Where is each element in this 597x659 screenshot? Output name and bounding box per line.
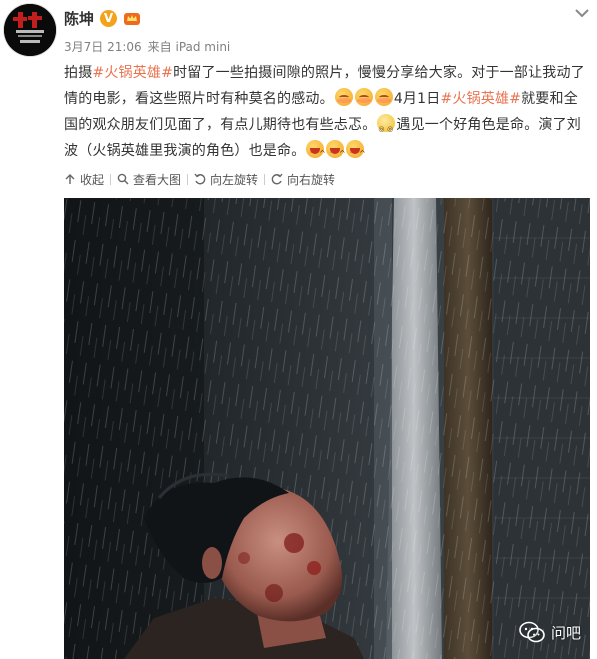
image-toolbar: 收起 查看大图 向左旋转 向右旋转 (64, 166, 586, 192)
search-icon (117, 173, 129, 185)
post-text-segment: 4月1日 (393, 91, 441, 107)
chevron-down-icon[interactable] (575, 8, 589, 18)
view-large-label: 查看大图 (133, 172, 182, 187)
author-row: 陈坤 V (64, 6, 141, 30)
topic-link[interactable]: #火锅英雄# (440, 91, 521, 107)
watermark: 问吧 (519, 621, 581, 643)
laugh-emoji-icon (326, 140, 346, 167)
rotate-left-icon (194, 173, 206, 185)
post-text-segment: 拍摄 (64, 65, 93, 81)
arrow-up-icon (65, 174, 75, 184)
rotate-left-button[interactable]: 向左旋转 (188, 171, 264, 188)
collapse-button[interactable]: 收起 (64, 171, 110, 188)
blush-emoji-icon (374, 88, 393, 106)
wechat-icon (519, 621, 545, 643)
dizzy-emoji-icon (377, 114, 396, 142)
post-timestamp[interactable]: 3月7日 21:06 (64, 38, 142, 55)
post-text: 拍摄#火锅英雄#时留了一些拍摄间隙的照片，慢慢分享给大家。对于一部让我动了情的电… (64, 60, 586, 167)
blush-emoji-icon (334, 88, 353, 106)
rotate-right-label: 向右旋转 (287, 172, 336, 187)
laugh-emoji-icon (306, 140, 326, 167)
verified-icon: V (100, 9, 118, 27)
avatar[interactable] (4, 4, 56, 56)
blush-emoji-icon (354, 88, 373, 106)
rotate-right-icon (271, 173, 283, 185)
vip-crown-icon (124, 13, 141, 25)
rotate-right-button[interactable]: 向右旋转 (265, 171, 341, 188)
view-large-button[interactable]: 查看大图 (111, 171, 187, 188)
post-photo[interactable] (64, 198, 590, 659)
laugh-emoji-icon (346, 140, 366, 167)
watermark-label: 问吧 (550, 623, 581, 642)
topic-link[interactable]: #火锅英雄# (92, 65, 173, 81)
author-name[interactable]: 陈坤 (64, 8, 94, 29)
weibo-post: 陈坤 V 3月7日 21:06 来自 iPad mini 拍摄#火锅英雄#时留了… (0, 0, 597, 659)
post-meta: 3月7日 21:06 来自 iPad mini (64, 38, 230, 55)
collapse-label: 收起 (80, 172, 105, 187)
rotate-left-label: 向左旋转 (210, 172, 259, 187)
post-source: 来自 iPad mini (147, 40, 231, 54)
